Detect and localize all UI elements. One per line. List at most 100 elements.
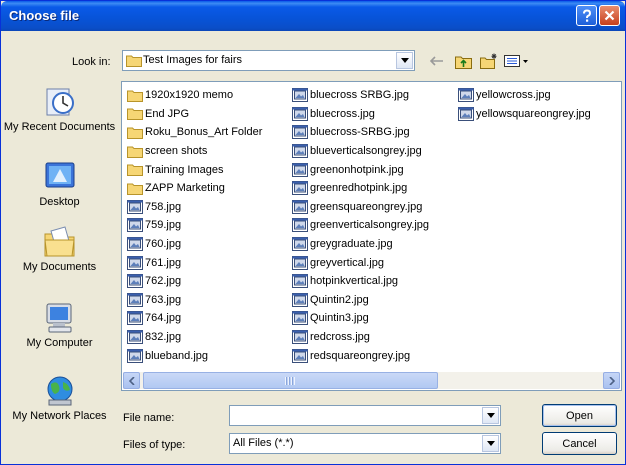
file-item-name: hotpinkvertical.jpg: [310, 275, 399, 288]
file-item[interactable]: 760.jpg: [127, 235, 262, 254]
file-name-input[interactable]: [229, 405, 501, 426]
view-menu-icon: [504, 55, 528, 67]
file-item[interactable]: greenredhotpink.jpg: [292, 179, 429, 198]
file-item[interactable]: greygraduate.jpg: [292, 235, 429, 254]
file-item[interactable]: greenverticalsongrey.jpg: [292, 216, 429, 235]
file-item[interactable]: yellowcross.jpg: [458, 86, 591, 105]
question-mark-icon: [582, 8, 591, 22]
file-column-3: yellowcross.jpg yellowsquareongrey.jpg: [458, 86, 591, 123]
file-item[interactable]: 758.jpg: [127, 198, 262, 217]
jpg-file-icon: [292, 348, 308, 363]
jpg-file-icon: [127, 330, 143, 345]
file-item-name: greyvertical.jpg: [310, 256, 384, 269]
file-item[interactable]: blueverticalsongrey.jpg: [292, 142, 429, 161]
back-button[interactable]: [426, 51, 448, 71]
cancel-button[interactable]: Cancel: [542, 432, 617, 455]
jpg-file-icon: [292, 274, 308, 289]
jpg-file-icon: [292, 144, 308, 159]
file-item-name: 761.jpg: [145, 256, 182, 269]
file-item[interactable]: blueband.jpg: [127, 346, 262, 365]
file-item-name: yellowsquareongrey.jpg: [476, 107, 591, 120]
file-item-name: redsquareongrey.jpg: [310, 349, 411, 362]
folder-item[interactable]: 1920x1920 memo: [127, 86, 262, 105]
file-item-name: greenonhotpink.jpg: [310, 163, 404, 176]
file-item[interactable]: Quintin3.jpg: [292, 309, 429, 328]
file-item-name: 832.jpg: [145, 331, 182, 344]
open-button[interactable]: Open: [542, 404, 617, 427]
choose-file-dialog: Choose file Look in: Test Images for fai…: [0, 0, 626, 465]
jpg-file-icon: [127, 255, 143, 270]
file-item[interactable]: greenonhotpink.jpg: [292, 160, 429, 179]
file-item[interactable]: bluecross-SRBG.jpg: [292, 123, 429, 142]
jpg-file-icon: [127, 274, 143, 289]
close-button[interactable]: [599, 5, 620, 26]
file-item-name: 759.jpg: [145, 219, 182, 232]
file-item[interactable]: redcross.jpg: [292, 328, 429, 347]
file-type-dropdown-arrow[interactable]: [482, 435, 499, 452]
file-item-name: 760.jpg: [145, 238, 182, 251]
place-network[interactable]: My Network Places: [3, 374, 116, 423]
place-my-computer[interactable]: My Computer: [3, 301, 116, 350]
folder-item[interactable]: ZAPP Marketing: [127, 179, 262, 198]
file-item-name: Roku_Bonus_Art Folder: [145, 126, 263, 139]
look-in-dropdown[interactable]: Test Images for fairs: [122, 50, 415, 71]
file-item-name: 758.jpg: [145, 200, 182, 213]
chevron-down-icon: [486, 413, 495, 418]
scroll-thumb[interactable]: [143, 372, 438, 389]
file-item[interactable]: Quintin2.jpg: [292, 291, 429, 310]
place-my-documents[interactable]: My Documents: [3, 225, 116, 274]
jpg-file-icon: [292, 88, 308, 103]
place-recent-documents[interactable]: My Recent Documents: [3, 85, 116, 134]
file-item-name: greensquareongrey.jpg: [310, 200, 423, 213]
place-desktop[interactable]: Desktop: [3, 160, 116, 209]
file-item[interactable]: hotpinkvertical.jpg: [292, 272, 429, 291]
jpg-file-icon: [458, 106, 474, 121]
file-item[interactable]: 759.jpg: [127, 216, 262, 235]
folder-icon: [127, 146, 143, 158]
file-item[interactable]: redsquareongrey.jpg: [292, 346, 429, 365]
jpg-file-icon: [292, 330, 308, 345]
close-icon: [604, 10, 615, 21]
horizontal-scrollbar[interactable]: [123, 372, 620, 389]
new-folder-button[interactable]: [478, 51, 500, 71]
jpg-file-icon: [292, 292, 308, 307]
file-name-dropdown-arrow[interactable]: [482, 407, 499, 424]
file-column-1: 1920x1920 memo End JPG Roku_Bonus_Art Fold…: [127, 86, 262, 365]
view-menu-button[interactable]: [502, 51, 532, 71]
folder-item[interactable]: Roku_Bonus_Art Folder: [127, 123, 262, 142]
file-item[interactable]: greensquareongrey.jpg: [292, 198, 429, 217]
file-list[interactable]: 1920x1920 memo End JPG Roku_Bonus_Art Fold…: [121, 81, 622, 391]
folder-item[interactable]: screen shots: [127, 142, 262, 161]
place-label: My Network Places: [12, 410, 107, 422]
folder-item[interactable]: Training Images: [127, 160, 262, 179]
file-item-name: End JPG: [145, 107, 190, 120]
file-item[interactable]: 832.jpg: [127, 328, 262, 347]
jpg-file-icon: [127, 311, 143, 326]
file-item-name: Training Images: [145, 163, 224, 176]
scroll-right-button[interactable]: [603, 372, 620, 389]
look-in-dropdown-arrow[interactable]: [396, 52, 413, 69]
file-type-dropdown[interactable]: All Files (*.*): [229, 433, 501, 454]
file-item[interactable]: bluecross SRBG.jpg: [292, 86, 429, 105]
file-item-name: bluecross SRBG.jpg: [310, 89, 410, 102]
file-item[interactable]: 764.jpg: [127, 309, 262, 328]
chevron-down-icon: [486, 441, 495, 446]
scroll-left-button[interactable]: [123, 372, 140, 389]
my-computer-icon: [46, 303, 71, 333]
file-item[interactable]: 763.jpg: [127, 291, 262, 310]
file-item[interactable]: greyvertical.jpg: [292, 253, 429, 272]
file-item[interactable]: yellowsquareongrey.jpg: [458, 105, 591, 124]
up-folder-button[interactable]: [452, 51, 474, 71]
title-bar[interactable]: Choose file: [1, 1, 625, 31]
jpg-file-icon: [127, 199, 143, 214]
file-item-name: 1920x1920 memo: [145, 89, 234, 102]
file-item-name: greenverticalsongrey.jpg: [310, 219, 430, 232]
file-item-name: Quintin3.jpg: [310, 312, 369, 325]
folder-item[interactable]: End JPG: [127, 105, 262, 124]
file-item[interactable]: 761.jpg: [127, 253, 262, 272]
file-item[interactable]: 762.jpg: [127, 272, 262, 291]
file-item[interactable]: bluecross.jpg: [292, 105, 429, 124]
chevron-right-icon: [608, 376, 615, 385]
help-button[interactable]: [576, 5, 597, 26]
file-column-2: bluecross SRBG.jpg bluecross.jpg bluecross…: [292, 86, 429, 365]
